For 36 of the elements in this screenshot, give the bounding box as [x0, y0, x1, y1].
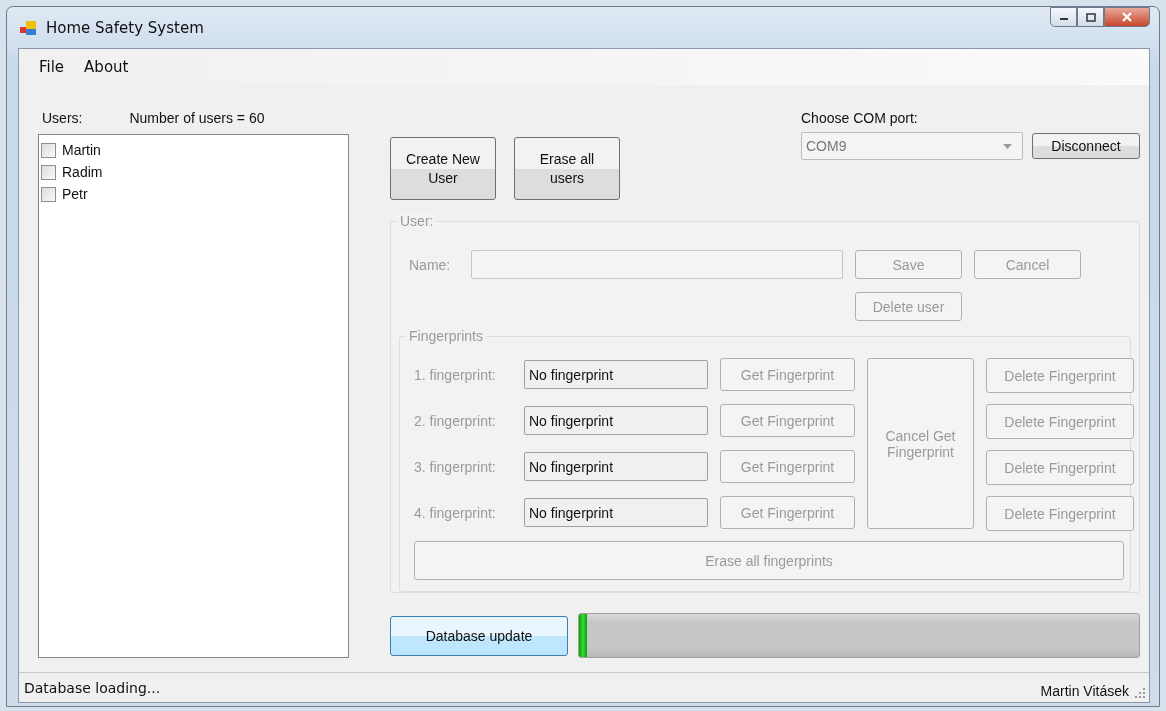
- close-icon: [1121, 12, 1133, 22]
- user-checkbox[interactable]: [41, 142, 56, 158]
- group-title: User:: [397, 213, 437, 229]
- fingerprint-label: 4. fingerprint:: [414, 504, 497, 521]
- user-name[interactable]: Radim: [62, 164, 103, 180]
- caret-icon: [1003, 143, 1012, 149]
- fingerprint-field: No fingerprint: [524, 360, 708, 389]
- window-title: Home Safety System: [46, 18, 204, 37]
- minimize-button[interactable]: [1050, 7, 1077, 27]
- name-label: Name:: [409, 256, 452, 273]
- fingerprint-field: No fingerprint: [524, 452, 708, 481]
- group-title: Fingerprints: [406, 328, 486, 344]
- create-user-button[interactable]: Create New User: [390, 137, 496, 200]
- fingerprint-field: No fingerprint: [524, 498, 708, 527]
- close-button[interactable]: [1104, 7, 1150, 27]
- fingerprint-field: No fingerprint: [524, 406, 708, 435]
- app-icon: [20, 19, 38, 36]
- user-checkbox[interactable]: [41, 186, 56, 202]
- status-text: Database loading...: [24, 679, 161, 696]
- maximize-button[interactable]: [1077, 7, 1104, 27]
- user-checkbox[interactable]: [41, 164, 56, 180]
- menu-item[interactable]: About: [74, 56, 139, 78]
- user-count: Number of users = 60: [129, 110, 265, 128]
- com-port-label: Choose COM port:: [801, 110, 919, 126]
- maximize-icon: [1085, 12, 1096, 22]
- fingerprint-label: 1. fingerprint:: [414, 366, 497, 383]
- status-author: Martin Vitásek: [1040, 683, 1129, 701]
- menu-item[interactable]: File: [29, 56, 75, 78]
- resize-grip-icon: [1135, 688, 1145, 698]
- fingerprint-label: 2. fingerprint:: [414, 412, 497, 429]
- user-name[interactable]: Martin: [62, 142, 101, 158]
- database-update-button[interactable]: Database update: [390, 615, 568, 656]
- erase-users-button[interactable]: Erase all users: [514, 137, 620, 200]
- user-name[interactable]: Petr: [62, 186, 88, 202]
- fingerprint-label: 3. fingerprint:: [414, 458, 497, 475]
- users-label: Users:: [42, 110, 83, 128]
